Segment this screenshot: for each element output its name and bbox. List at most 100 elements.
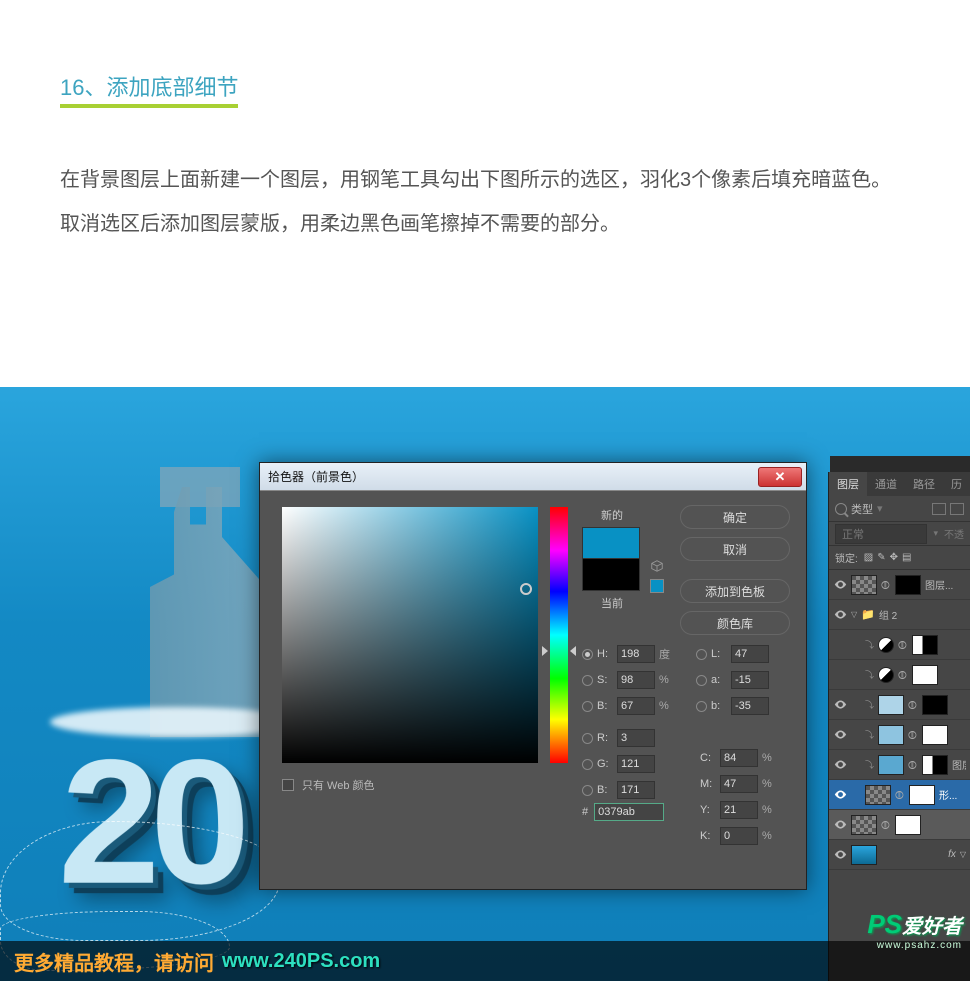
s-radio[interactable] [582, 675, 593, 686]
layer-row[interactable]: ⦷ 图层... [829, 570, 970, 600]
link-icon: ⦷ [881, 820, 891, 830]
filter-image-icon[interactable] [932, 503, 946, 515]
footer-text: 更多精品教程，请访问 [14, 947, 214, 976]
rgb-b-input[interactable] [617, 781, 655, 799]
fx-badge[interactable]: fx [948, 849, 956, 860]
chevron-down-icon: ▾ [933, 528, 938, 539]
visibility-icon[interactable] [833, 788, 847, 802]
tab-paths[interactable]: 路径 [905, 472, 943, 496]
s-input[interactable] [617, 671, 655, 689]
visibility-icon[interactable] [833, 608, 847, 622]
b-input[interactable] [617, 697, 655, 715]
add-swatch-button[interactable]: 添加到色板 [680, 579, 790, 603]
filter-kind-label[interactable]: 类型 [851, 501, 873, 517]
lock-move-icon[interactable]: ✥ [890, 552, 898, 563]
hue-slider[interactable] [550, 507, 568, 763]
visibility-icon[interactable] [833, 578, 847, 592]
swatch-current-label: 当前 [582, 595, 642, 611]
unit-deg: 度 [659, 646, 673, 662]
close-button[interactable]: ✕ [758, 467, 802, 487]
rgb-b-label: B: [597, 784, 613, 796]
swatch-new [582, 527, 640, 559]
hex-input[interactable] [594, 803, 664, 821]
layer-mask[interactable] [922, 695, 948, 715]
layer-row-group[interactable]: ▽ 📁 组 2 [829, 600, 970, 630]
filter-adjust-icon[interactable] [950, 503, 964, 515]
c-input[interactable] [720, 749, 758, 767]
layer-mask[interactable] [895, 575, 921, 595]
layer-mask[interactable] [895, 815, 921, 835]
tab-channels[interactable]: 通道 [867, 472, 905, 496]
chevron-down-icon: ▾ [877, 502, 883, 515]
footer-url: www.240PS.com [222, 950, 380, 973]
h-radio[interactable] [582, 649, 593, 660]
layer-row[interactable]: ⤵ ⦷ [829, 630, 970, 660]
web-only-label: 只有 Web 颜色 [302, 777, 375, 793]
h-input[interactable] [617, 645, 655, 663]
layer-row-selected[interactable]: ⦷ 形... [829, 780, 970, 810]
link-icon: ⦷ [895, 790, 905, 800]
layer-row[interactable]: ⤵ ⦷ [829, 720, 970, 750]
layer-row[interactable]: ⤵ ⦷ [829, 690, 970, 720]
y-input[interactable] [720, 801, 758, 819]
visibility-icon[interactable] [833, 758, 847, 772]
r-radio[interactable] [582, 733, 593, 744]
lock-pixels-icon[interactable]: ▨ [864, 552, 873, 563]
layer-mask[interactable] [909, 785, 935, 805]
web-only-checkbox[interactable] [282, 779, 294, 791]
layer-mask[interactable] [922, 725, 948, 745]
rgb-b-radio[interactable] [582, 785, 593, 796]
tab-layers[interactable]: 图层 [829, 472, 867, 496]
visibility-icon[interactable] [833, 818, 847, 832]
k-label: K: [700, 830, 716, 842]
lock-artboard-icon[interactable]: ▤ [902, 552, 911, 563]
visibility-icon[interactable] [833, 848, 847, 862]
gamut-warning-icon[interactable] [650, 559, 664, 573]
link-icon: ⦷ [881, 580, 891, 590]
color-field[interactable] [282, 507, 538, 763]
m-label: M: [700, 778, 716, 790]
layer-row[interactable]: ⤵ ⦷ 图层 47 [829, 750, 970, 780]
chevron-down-icon[interactable]: ▽ [960, 850, 966, 859]
g-radio[interactable] [582, 759, 593, 770]
watermark-ps: PS [867, 909, 902, 939]
g-label: G: [597, 758, 613, 770]
unit-pct: % [762, 752, 776, 764]
layer-row[interactable]: ⤵ ⦷ [829, 660, 970, 690]
dialog-titlebar[interactable]: 拾色器（前景色） ✕ [260, 463, 806, 491]
lab-b-radio[interactable] [696, 701, 707, 712]
layer-mask[interactable] [912, 635, 938, 655]
visibility-icon[interactable] [833, 698, 847, 712]
layer-row[interactable]: ⦷ [829, 810, 970, 840]
footer-bar: 更多精品教程，请访问 www.240PS.com [0, 941, 970, 981]
b-radio[interactable] [582, 701, 593, 712]
lock-brush-icon[interactable]: ✎ [877, 552, 885, 563]
swatch-current[interactable] [582, 559, 640, 591]
gamut-swatch[interactable] [650, 579, 664, 593]
a-radio[interactable] [696, 675, 707, 686]
l-input[interactable] [731, 645, 769, 663]
blend-mode-select[interactable]: 正常 [835, 524, 927, 544]
panel-top-bar [830, 456, 970, 472]
step-title: 16、添加底部细节 [60, 70, 238, 108]
color-library-button[interactable]: 颜色库 [680, 611, 790, 635]
g-input[interactable] [617, 755, 655, 773]
l-radio[interactable] [696, 649, 707, 660]
layer-row[interactable]: fx ▽ [829, 840, 970, 870]
search-icon[interactable] [835, 503, 847, 515]
expand-icon[interactable]: ▽ [851, 610, 857, 619]
cancel-button[interactable]: 取消 [680, 537, 790, 561]
visibility-icon[interactable] [833, 728, 847, 742]
hue-slider-thumb[interactable] [542, 646, 548, 656]
layer-mask[interactable] [922, 755, 948, 775]
ok-button[interactable]: 确定 [680, 505, 790, 529]
m-input[interactable] [720, 775, 758, 793]
r-input[interactable] [617, 729, 655, 747]
lab-b-input[interactable] [731, 697, 769, 715]
k-input[interactable] [720, 827, 758, 845]
hue-slider-thumb[interactable] [570, 646, 576, 656]
link-icon: ⦷ [898, 640, 908, 650]
layer-mask[interactable] [912, 665, 938, 685]
tab-history[interactable]: 历 [943, 472, 970, 496]
a-input[interactable] [731, 671, 769, 689]
